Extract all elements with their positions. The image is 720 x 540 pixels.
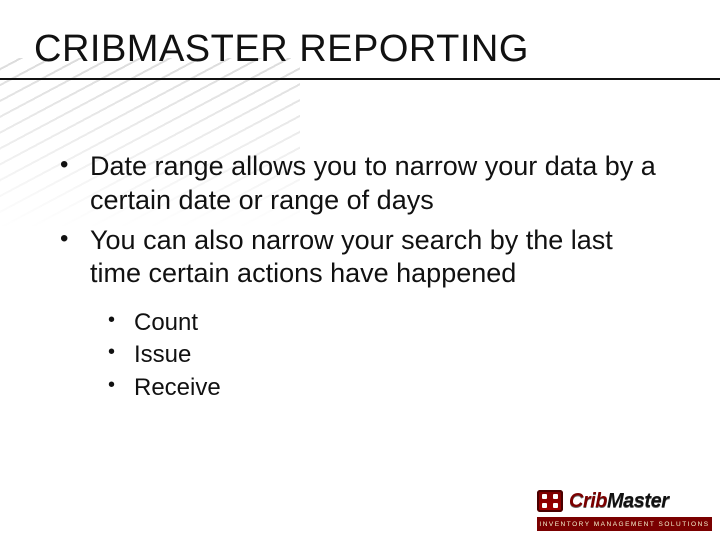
title-underline — [0, 78, 720, 80]
logo-tagline: INVENTORY MANAGEMENT SOLUTIONS — [537, 517, 712, 531]
sub-bullet-text: Issue — [134, 341, 191, 368]
content-area: Date range allows you to narrow your dat… — [50, 150, 660, 404]
bullet-list: Date range allows you to narrow your dat… — [50, 150, 660, 291]
sub-bullet-list: Count Issue Receive — [50, 307, 660, 404]
sub-bullet-text: Receive — [134, 374, 221, 401]
logo-wordmark: CribMaster — [569, 490, 668, 513]
sub-bullet-item: Receive — [50, 372, 660, 404]
sub-bullet-item: Count — [50, 307, 660, 339]
logo-word-main: Master — [607, 490, 668, 512]
slide: CRIBMASTER REPORTING Date range allows y… — [0, 0, 720, 540]
bullet-text: You can also narrow your search by the l… — [90, 225, 613, 289]
cribmaster-logo: CribMaster INVENTORY MANAGEMENT SOLUTION… — [537, 486, 712, 532]
logo-top-row: CribMaster — [537, 486, 712, 516]
logo-mark-icon — [537, 490, 563, 512]
bullet-item: You can also narrow your search by the l… — [50, 224, 660, 292]
sub-bullet-text: Count — [134, 309, 198, 336]
sub-bullet-item: Issue — [50, 339, 660, 371]
bullet-text: Date range allows you to narrow your dat… — [90, 151, 656, 215]
logo-word-accent: Crib — [569, 490, 607, 512]
page-title: CRIBMASTER REPORTING — [34, 28, 529, 71]
bullet-item: Date range allows you to narrow your dat… — [50, 150, 660, 218]
